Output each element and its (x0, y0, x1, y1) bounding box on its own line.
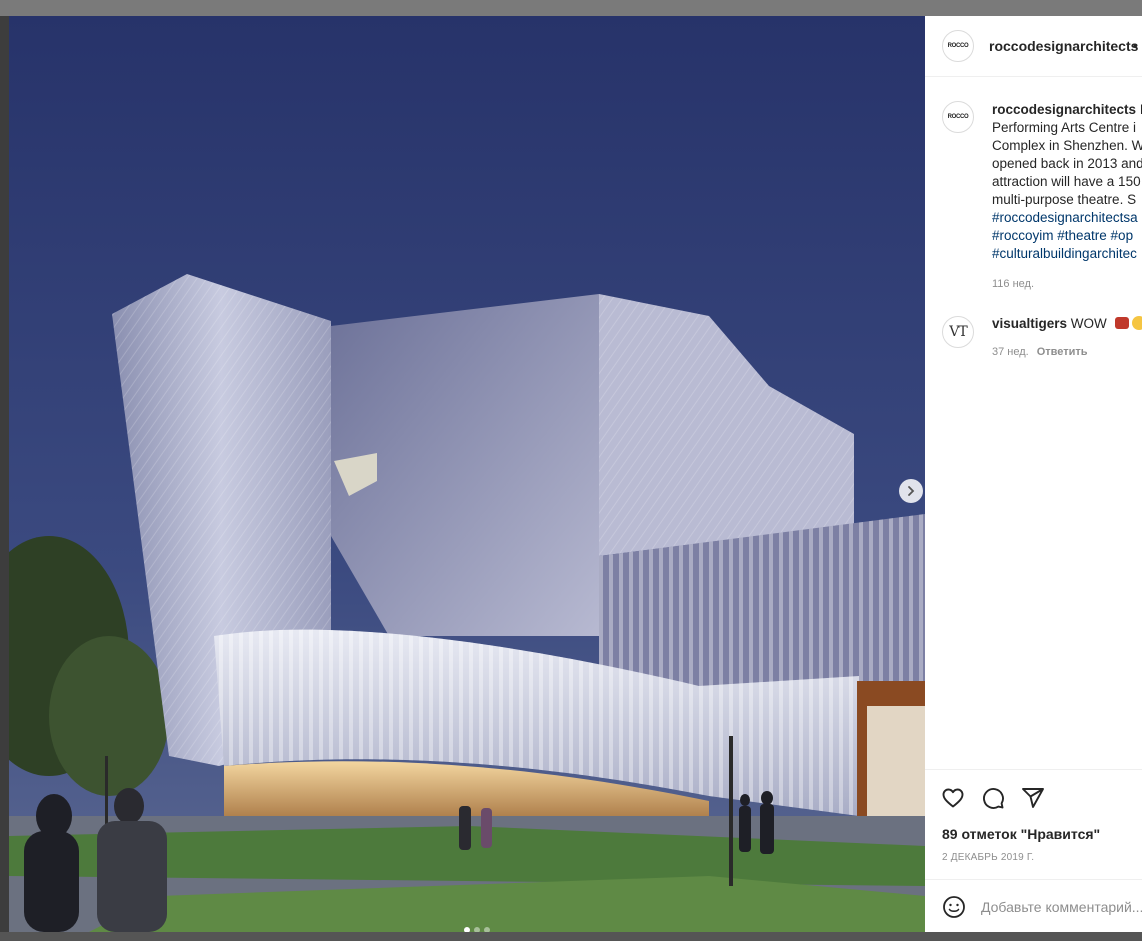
carousel-dot (484, 927, 490, 932)
building-rendering (9, 16, 925, 932)
commenter-username[interactable]: visualtigers (992, 316, 1067, 331)
caption-username[interactable]: roccodesignarchitects (992, 102, 1136, 117)
carousel-dot (474, 927, 480, 932)
dimmed-page-bottom (0, 932, 1142, 941)
caption-avatar[interactable]: ROCCO (942, 101, 974, 133)
author-username[interactable]: roccodesignarchitects (989, 38, 1138, 54)
comment-body: WOW (1067, 316, 1107, 331)
carousel-dot-active (464, 927, 470, 932)
reply-button[interactable]: Ответить (1037, 346, 1088, 358)
hashtag-line[interactable]: #roccodesignarchitectsa (992, 209, 1142, 227)
face-emoji-icon (1131, 316, 1142, 330)
comment-meta: 37 нед. Ответить (992, 346, 1088, 358)
paper-plane-icon[interactable] (1021, 786, 1045, 810)
add-comment-bar (925, 879, 1142, 932)
post-date[interactable]: 2 ДЕКАБРЬ 2019 Г. (942, 852, 1034, 863)
hundred-emoji-icon (1114, 317, 1129, 329)
post-header: ROCCO roccodesignarchitects • (925, 16, 1142, 77)
author-avatar[interactable]: ROCCO (942, 30, 974, 62)
hashtag-line[interactable]: #culturalbuildingarchitec (992, 245, 1142, 263)
comment-text: visualtigers WOW (992, 316, 1142, 331)
likes-count[interactable]: 89 отметок "Нравится" (942, 826, 1100, 842)
commenter-avatar-logo: VT (949, 324, 967, 340)
caption-line: D (1136, 102, 1142, 117)
comment-time[interactable]: 37 нед. (992, 346, 1029, 358)
carousel-indicator (464, 927, 490, 932)
post-actions: 89 отметок "Нравится" 2 ДЕКАБРЬ 2019 Г. (925, 769, 1142, 880)
post-side-panel: ROCCO roccodesignarchitects • ROCCO rocc… (925, 16, 1142, 932)
heart-icon[interactable] (941, 786, 965, 810)
caption-line: multi-purpose theatre. S (992, 192, 1137, 207)
carousel-next-button[interactable] (899, 479, 923, 503)
smile-icon[interactable] (942, 895, 966, 919)
caption-line: Complex in Shenzhen. W (992, 138, 1142, 153)
commenter-avatar[interactable]: VT (942, 316, 974, 348)
chevron-right-icon (908, 486, 915, 496)
author-avatar-logo: ROCCO (947, 43, 969, 49)
caption-time[interactable]: 116 нед. (992, 278, 1034, 290)
caption-line: attraction will have a 150 (992, 174, 1141, 189)
post-image[interactable] (9, 16, 925, 932)
caption-line: opened back in 2013 and (992, 156, 1142, 171)
caption-avatar-logo: ROCCO (947, 114, 969, 120)
caption-text: roccodesignarchitects D Performing Arts … (992, 101, 1142, 263)
dimmed-page-top (0, 0, 1142, 16)
comment-input[interactable] (981, 896, 1142, 918)
comment-icon[interactable] (981, 786, 1005, 810)
caption-line: Performing Arts Centre i (992, 120, 1137, 135)
header-bullet: • (1133, 37, 1138, 53)
hashtag-line[interactable]: #roccoyim #theatre #op (992, 227, 1142, 245)
